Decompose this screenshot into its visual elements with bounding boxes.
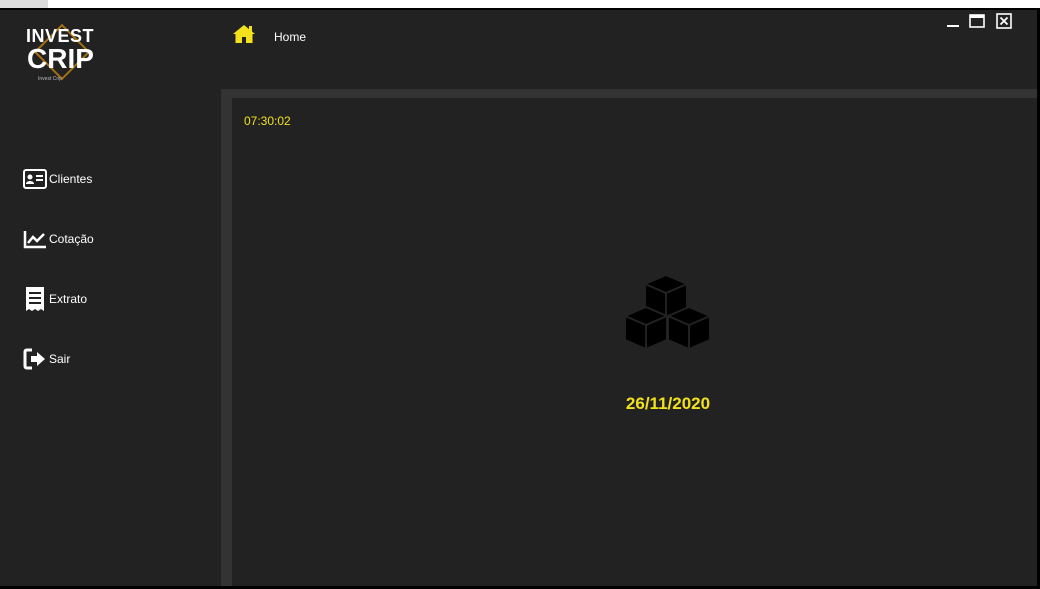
maximize-icon (968, 14, 986, 33)
sidebar-item-label: Sair (49, 352, 71, 366)
cubes-icon (624, 274, 712, 357)
sidebar-item-extrato[interactable]: Extrato (23, 287, 87, 311)
minimize-button[interactable] (944, 13, 962, 29)
top-edge (0, 0, 1040, 8)
logo-text-line2: CRIP (27, 43, 94, 74)
app-logo: INVEST CRIP Invest Crip (24, 20, 94, 86)
sign-out-icon (23, 348, 47, 370)
sidebar-item-label: Clientes (49, 172, 93, 186)
id-card-icon (23, 169, 47, 189)
close-button[interactable] (995, 13, 1013, 29)
chart-line-icon (23, 229, 47, 249)
sidebar-item-label: Cotação (49, 232, 94, 246)
current-date: 26/11/2020 (625, 394, 711, 413)
close-icon (995, 13, 1013, 33)
breadcrumb: Home (274, 30, 307, 44)
sidebar-item-label: Extrato (49, 292, 88, 306)
clock-time: 07:30:02 (244, 114, 291, 128)
sidebar-item-cotacao[interactable]: Cotação (23, 227, 94, 251)
top-edge-corner (0, 0, 48, 8)
sidebar-item-sair[interactable]: Sair (23, 347, 70, 371)
minimize-icon (944, 16, 962, 33)
receipt-icon (23, 286, 47, 312)
maximize-button[interactable] (968, 13, 986, 29)
home-button[interactable] (232, 24, 256, 49)
home-icon (232, 25, 256, 48)
sidebar-item-clientes[interactable]: Clientes (23, 167, 92, 191)
logo-tagline: Invest Crip (38, 76, 62, 82)
